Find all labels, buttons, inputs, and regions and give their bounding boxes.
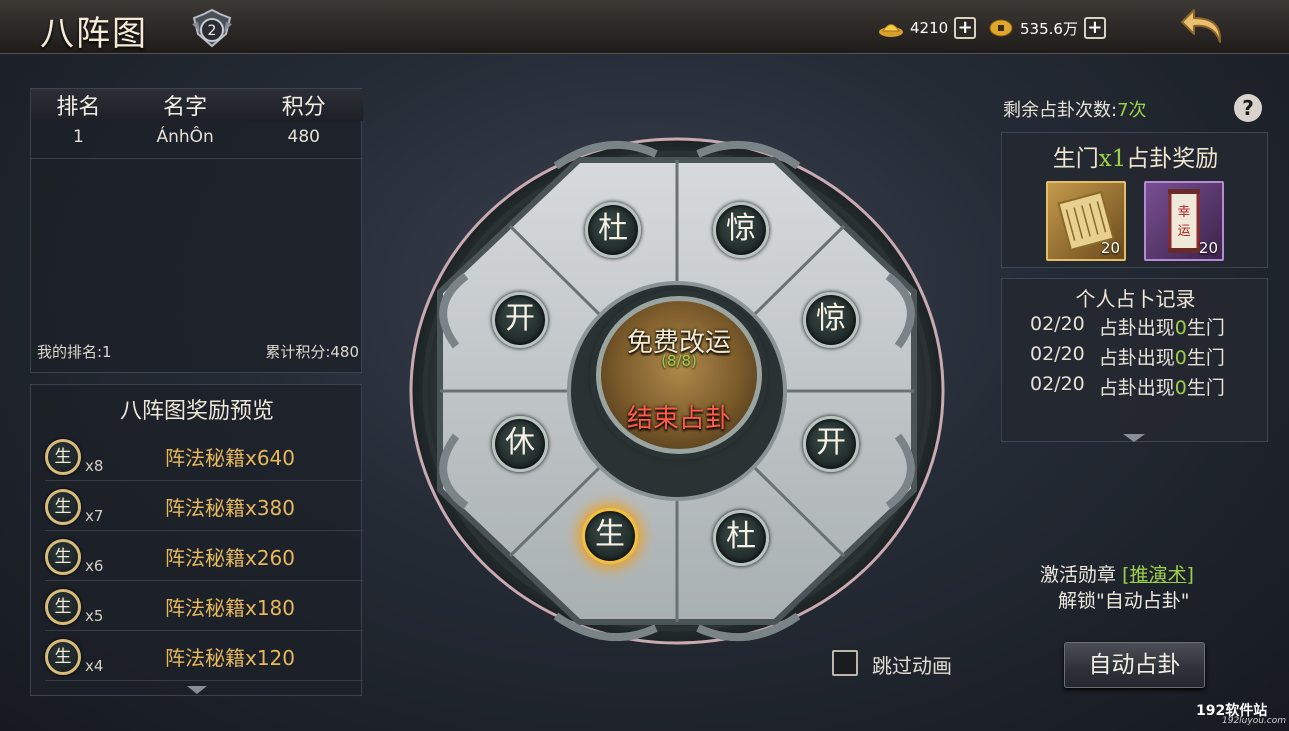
sheng-gate-coin-icon: 生	[45, 438, 81, 475]
end-divination-button[interactable]: 结束占卦	[600, 398, 758, 435]
remaining-label: 剩余占卦次数:	[1003, 100, 1118, 121]
svg-text:幸: 幸	[1177, 205, 1190, 220]
reward-preview-panel: 八阵图奖励预览 生 x8 阵法秘籍x640 生 x7 阵法秘籍x380 生 x6…	[30, 384, 363, 696]
medal-link[interactable]: [推演术]	[1122, 564, 1194, 586]
reward-name: 阵法秘籍x260	[165, 546, 296, 570]
back-button[interactable]	[1180, 6, 1228, 48]
divination-prize-panel: 生门x1占卦奖励 20 幸 运 20	[1001, 132, 1268, 268]
sheng-gate-coin-icon: 生	[45, 588, 81, 625]
sheng-gate-coin-icon: 生	[45, 488, 81, 525]
leaderboard-header: 排名 名字 积分	[31, 89, 363, 121]
column-rank: 排名	[56, 95, 101, 120]
reward-gate-count: x8	[85, 456, 104, 475]
prize-multiplier: x1	[1098, 146, 1127, 172]
row-score: 480	[287, 127, 320, 147]
reward-gate-count: x5	[85, 606, 104, 625]
scroll-quantity: 20	[1100, 239, 1120, 257]
unlock-text: 解锁"自动占卦"	[1058, 590, 1190, 612]
reward-preview-title: 八阵图奖励预览	[119, 399, 274, 424]
auto-divination-button[interactable]: 自动占卦	[1064, 642, 1205, 688]
leaderboard-panel: 排名 名字 积分 1 ÁnhÔn 480 我的排名:1 累计积分:480	[30, 88, 363, 373]
back-arrow-icon	[1181, 9, 1222, 43]
record-row: 02/20 占卦出现0生门	[1030, 343, 1260, 370]
gate-jing-right-upper[interactable]: 惊	[803, 292, 859, 348]
luck-talisman-quantity: 20	[1198, 239, 1218, 257]
record-value: 0	[1174, 317, 1187, 339]
coin-currency: 535.6万 +	[988, 15, 1106, 41]
rank-badge-icon[interactable]: 2	[190, 8, 234, 48]
record-value: 0	[1174, 377, 1187, 399]
activate-label: 激活勋章	[1040, 564, 1117, 586]
add-gold-button[interactable]: +	[954, 17, 977, 39]
coin-amount: 535.6万	[1020, 19, 1078, 38]
reward-name: 阵法秘籍x640	[165, 446, 296, 470]
help-button[interactable]: ?	[1234, 94, 1262, 122]
record-title: 个人占卜记录	[1075, 287, 1196, 311]
activate-medal-text: 激活勋章 [推演术]	[1040, 560, 1240, 587]
record-gate: 生门	[1186, 377, 1225, 399]
reward-name: 阵法秘籍x180	[165, 596, 296, 620]
record-date: 02/20	[1030, 313, 1085, 335]
record-row: 02/20 占卦出现0生门	[1030, 313, 1260, 340]
leaderboard-row: 1 ÁnhÔn 480	[31, 127, 363, 159]
record-gate: 生门	[1186, 317, 1225, 339]
rank-level: 2	[208, 23, 217, 39]
gate-jing-top-right[interactable]: 惊	[713, 202, 769, 258]
svg-text:运: 运	[1177, 224, 1190, 239]
luck-talisman-item[interactable]: 幸 运 20	[1144, 181, 1224, 261]
gate-kai-left-upper[interactable]: 开	[492, 292, 548, 348]
skip-animation-checkbox[interactable]	[832, 650, 858, 676]
column-score: 积分	[281, 95, 326, 120]
gold-ingot-currency: 4210 +	[878, 15, 977, 41]
remaining-value: 7次	[1117, 100, 1147, 121]
add-coins-button[interactable]: +	[1083, 17, 1106, 39]
reward-gate-count: x7	[85, 506, 104, 525]
reward-row[interactable]: 生 x6 阵法秘籍x260	[45, 533, 363, 581]
record-text: 占卦出现	[1098, 317, 1175, 339]
my-rank: 我的排名:1	[37, 343, 112, 361]
gate-xiu-left-lower[interactable]: 休	[492, 416, 548, 472]
reward-gate-count: x6	[85, 556, 104, 575]
sheng-gate-coin-icon: 生	[45, 538, 81, 575]
page-title: 八阵图	[40, 14, 148, 54]
record-row: 02/20 占卦出现0生门	[1030, 373, 1260, 400]
watermark-url: 192luyou.com	[1222, 716, 1287, 726]
reward-row[interactable]: 生 x5 阵法秘籍x180	[45, 583, 363, 631]
scroll-down-icon[interactable]	[186, 685, 208, 695]
gate-sheng-bottom-left[interactable]: 生	[582, 508, 638, 564]
gold-ingot-icon	[879, 24, 903, 37]
sheng-gate-coin-icon: 生	[45, 638, 81, 675]
gate-du-top-left[interactable]: 杜	[585, 202, 641, 258]
gate-du-bottom-right[interactable]: 杜	[713, 510, 769, 566]
record-text: 占卦出现	[1098, 347, 1175, 369]
record-value: 0	[1174, 347, 1187, 369]
scroll-item[interactable]: 20	[1046, 181, 1126, 261]
reward-name: 阵法秘籍x120	[165, 646, 296, 670]
column-name: 名字	[163, 95, 208, 120]
leaderboard-footer: 我的排名:1 累计积分:480	[37, 341, 359, 362]
gate-kai-right-lower[interactable]: 开	[803, 416, 859, 472]
record-date: 02/20	[1030, 343, 1085, 365]
reward-row[interactable]: 生 x8 阵法秘籍x640	[45, 433, 363, 481]
reward-row[interactable]: 生 x7 阵法秘籍x380	[45, 483, 363, 531]
prize-title-text: 占卦奖励	[1126, 146, 1219, 172]
prize-gate-name: 生门	[1052, 146, 1099, 172]
row-rank: 1	[73, 127, 84, 147]
row-player-name: ÁnhÔn	[156, 127, 214, 147]
reward-gate-count: x4	[85, 656, 104, 675]
divination-record-panel: 个人占卜记录 02/20 占卦出现0生门 02/20 占卦出现0生门 02/20…	[1001, 278, 1268, 442]
remaining-divinations: 剩余占卦次数:7次	[1003, 96, 1147, 122]
prize-title: 生门x1占卦奖励	[1002, 139, 1269, 173]
free-change-count: (8/8)	[661, 352, 697, 370]
copper-coin-icon	[989, 19, 1013, 37]
reward-name: 阵法秘籍x380	[165, 496, 296, 520]
total-score: 累计积分:480	[265, 343, 359, 361]
record-date: 02/20	[1030, 373, 1085, 395]
gold-ingot-amount: 4210	[910, 19, 949, 37]
record-gate: 生门	[1186, 347, 1225, 369]
scroll-down-icon[interactable]	[1122, 433, 1146, 443]
record-text: 占卦出现	[1098, 377, 1175, 399]
skip-animation-label[interactable]: 跳过动画	[872, 650, 952, 679]
reward-row[interactable]: 生 x4 阵法秘籍x120	[45, 633, 363, 681]
